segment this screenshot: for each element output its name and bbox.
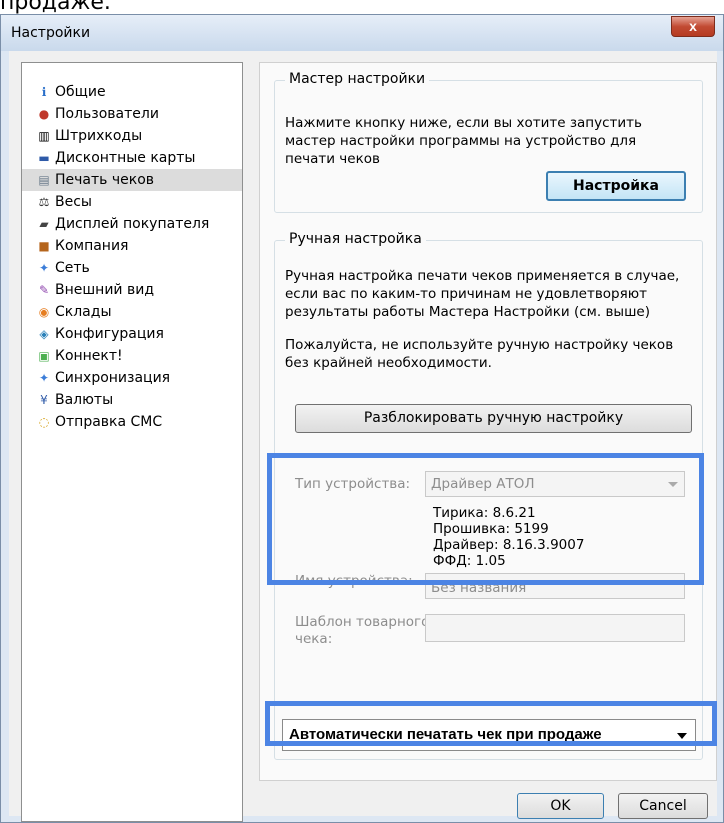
wizard-group: Мастер настройки Нажмите кнопку ниже, ес… (274, 71, 703, 213)
sidebar-item[interactable]: ▬ Дисконтные карты (22, 147, 242, 169)
wizard-text-line: мастер настройки программы на устройство… (285, 133, 637, 149)
sidebar-item-label: Внешний вид (55, 282, 155, 298)
sidebar-item[interactable]: ✦ Сеть (22, 257, 242, 279)
window-title: Настройки (11, 25, 91, 41)
manual-warning-line: без крайней необходимости. (285, 355, 492, 371)
sync-icon: ✦ (38, 371, 50, 385)
sidebar-item[interactable]: ▥ Штрихкоды (22, 125, 242, 147)
briefcase-icon: ■ (38, 239, 50, 253)
receipt-template-label-line: Шаблон товарного (295, 614, 430, 630)
background-text: продаже. (0, 0, 111, 15)
wizard-group-title: Мастер настройки (285, 71, 430, 87)
sidebar-item[interactable]: ✦ Синхронизация (22, 367, 242, 389)
sidebar-item[interactable]: ◈ Конфигурация (22, 323, 242, 345)
manual-text-line: если вас по каким-то причинам не удовлет… (285, 286, 647, 302)
display-icon: ▰ (39, 217, 49, 231)
sidebar-item[interactable]: ▤ Печать чеков (22, 169, 242, 191)
ok-button[interactable]: OK (517, 793, 604, 819)
scales-icon: ⚖ (38, 195, 50, 209)
sidebar-item-label: Конфигурация (55, 326, 164, 342)
settings-category-list[interactable]: ℹ Общие ● Пользователи ▥ Штрихкоды ▬ Дисконтные… (21, 62, 243, 822)
close-button[interactable]: x (671, 16, 715, 37)
sidebar-item[interactable]: ▰ Дисплей покупателя (22, 213, 242, 235)
window-client-area: ℹ Общие ● Пользователи ▥ Штрихкоды ▬ Дисконтные… (9, 51, 717, 822)
manual-warning-line: Пожалуйста, не используйте ручную настро… (285, 337, 674, 353)
print-settings-panel: Мастер настройки Нажмите кнопку ниже, ес… (259, 62, 717, 781)
manual-group-title: Ручная настройка (285, 231, 426, 247)
android-icon: ▣ (38, 349, 50, 363)
manual-text-line: результаты работы Мастера Настройки (см.… (285, 304, 650, 320)
card-icon: ▬ (38, 151, 50, 165)
auto-print-highlight (265, 701, 717, 746)
currency-icon: ¥ (40, 393, 48, 407)
sidebar-item-label: Штрихкоды (55, 128, 143, 144)
sidebar-item-label: Коннект! (55, 348, 123, 364)
sidebar-item-label: Дисплей покупателя (55, 216, 210, 232)
sms-icon: ◌ (38, 415, 50, 429)
sidebar-item-label: Валюты (55, 392, 114, 408)
users-icon: ● (38, 107, 50, 121)
config-icon: ◈ (39, 327, 49, 341)
receipt-template-label-line: чека: (295, 631, 333, 647)
settings-window: Настройки x ℹ Общие ● Пользователи ▥ Штрихкод… (0, 14, 724, 823)
sidebar-item-label: Синхронизация (55, 370, 171, 386)
printer-icon: ▤ (38, 173, 50, 187)
wizard-setup-button[interactable]: Настройка (546, 171, 686, 201)
sidebar-item[interactable]: ℹ Общие (22, 81, 242, 103)
sidebar-item[interactable]: ◉ Склады (22, 301, 242, 323)
sidebar-item[interactable]: ¥ Валюты (22, 389, 242, 411)
sidebar-item-label: Весы (55, 194, 92, 210)
sidebar-item[interactable]: ◌ Отправка СМС (22, 411, 242, 433)
sidebar-item-label: Общие (55, 84, 106, 100)
sidebar-item[interactable]: ▣ Коннект! (22, 345, 242, 367)
sidebar-item[interactable]: ✎ Внешний вид (22, 279, 242, 301)
sidebar-item-label: Печать чеков (55, 172, 155, 188)
sidebar-item-label: Склады (55, 304, 112, 320)
title-bar[interactable]: Настройки x (1, 15, 723, 51)
wizard-text-line: Нажмите кнопку ниже, если вы хотите запу… (285, 115, 642, 131)
sidebar-item[interactable]: ⚖ Весы (22, 191, 242, 213)
info-icon: ℹ (41, 85, 47, 99)
sidebar-item-label: Компания (55, 238, 129, 254)
close-icon: x (689, 18, 697, 34)
sidebar-item-label: Дисконтные карты (55, 150, 196, 166)
sidebar-item[interactable]: ● Пользователи (22, 103, 242, 125)
wizard-text-line: печати чеков (285, 151, 380, 167)
sidebar-item-label: Пользователи (55, 106, 159, 122)
barcode-icon: ▥ (38, 129, 50, 143)
receipt-template-label: Шаблон товарного чека: (295, 614, 429, 648)
brush-icon: ✎ (38, 283, 50, 297)
manual-warning: Пожалуйста, не используйте ручную настро… (285, 336, 673, 372)
warehouse-icon: ◉ (38, 305, 50, 319)
receipt-template-field[interactable] (425, 614, 685, 642)
sidebar-item-label: Сеть (55, 260, 90, 276)
network-icon: ✦ (38, 261, 50, 275)
sidebar-item[interactable]: ■ Компания (22, 235, 242, 257)
manual-description: Ручная настройка печати чеков применяетс… (285, 267, 679, 321)
wizard-description: Нажмите кнопку ниже, если вы хотите запу… (285, 114, 642, 168)
cancel-button[interactable]: Cancel (618, 793, 708, 819)
unlock-manual-button[interactable]: Разблокировать ручную настройку (295, 404, 692, 433)
device-info-highlight (267, 453, 704, 585)
sidebar-item-label: Отправка СМС (55, 414, 163, 430)
manual-text-line: Ручная настройка печати чеков применяетс… (285, 268, 680, 284)
